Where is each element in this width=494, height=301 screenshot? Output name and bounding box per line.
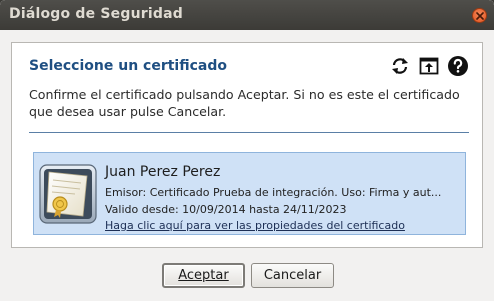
open-file-icon[interactable] [418,55,440,77]
accept-button-label: Aceptar [178,268,229,283]
toolbar-icons [389,55,473,77]
certificate-validity: Valido desde: 10/09/2014 hasta 24/11/202… [105,203,347,216]
certificate-properties-link[interactable]: Haga clic aquí para ver las propiedades … [105,219,405,232]
certificate-issuer: Emisor: Certificado Prueba de integració… [105,186,442,199]
accept-button[interactable]: Aceptar [162,263,245,288]
help-icon[interactable] [447,55,469,77]
cancel-button[interactable]: Cancelar [251,263,334,288]
certificate-icon [39,164,97,224]
panel-heading: Seleccione un certificado [29,58,227,74]
certificate-panel: Seleccione un certificado Confirme el ce… [11,42,483,248]
title-bar[interactable]: Diálogo de Seguridad [0,0,494,30]
certificate-name: Juan Perez Perez [105,164,221,180]
window-title: Diálogo de Seguridad [9,6,183,22]
instructions-text: Confirme el certificado pulsando Aceptar… [29,87,460,119]
close-icon [476,12,484,20]
certificate-item[interactable]: Juan Perez Perez Emisor: Certificado Pru… [33,152,466,235]
close-button[interactable] [472,8,487,23]
security-dialog: Diálogo de Seguridad Seleccione un certi… [0,0,494,301]
refresh-icon[interactable] [389,55,411,77]
separator [29,132,469,133]
